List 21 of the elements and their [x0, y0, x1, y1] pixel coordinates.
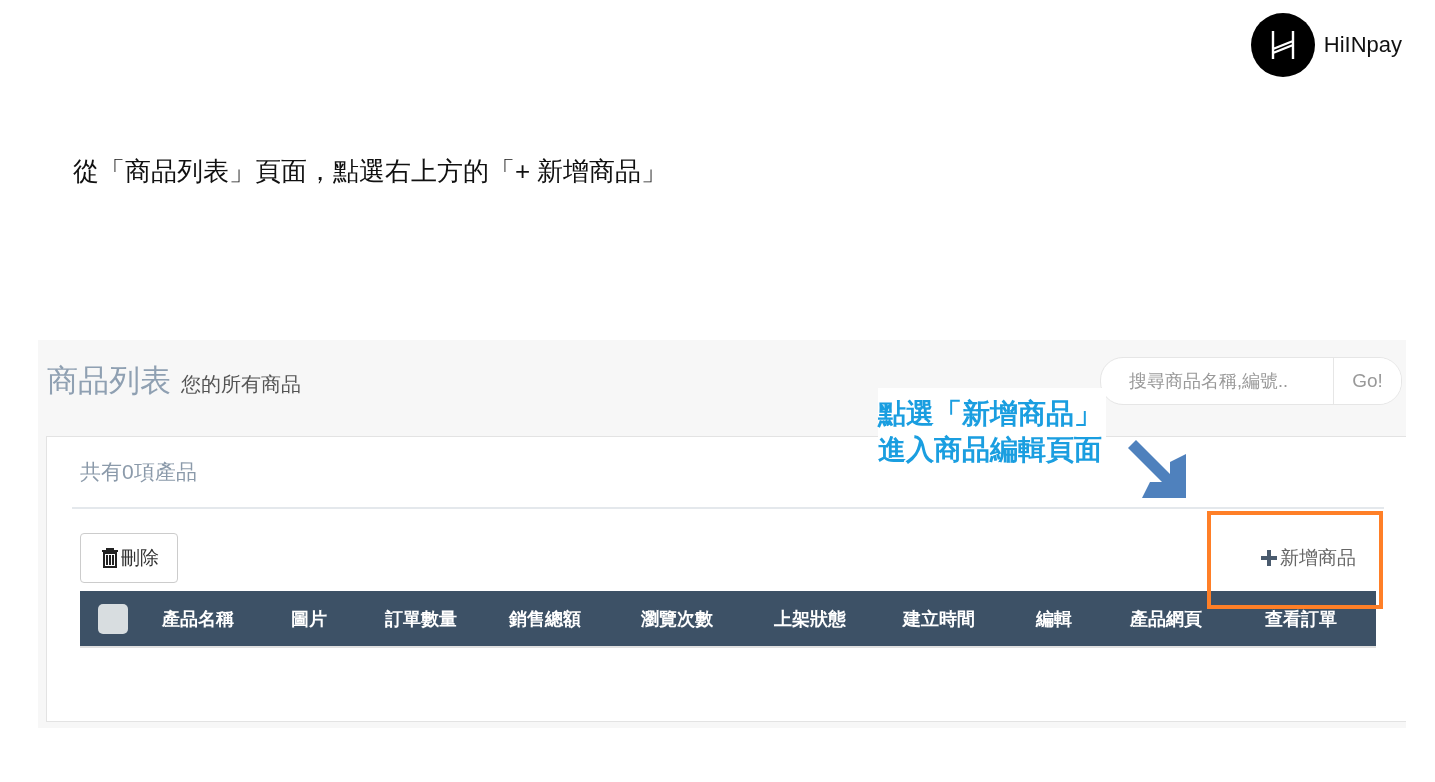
arrow-icon [1128, 440, 1186, 498]
column-header: 銷售總額 [507, 607, 582, 631]
column-header: 訂單數量 [383, 607, 458, 631]
column-header: 圖片 [290, 607, 328, 631]
page-subtitle: 您的所有商品 [181, 372, 301, 397]
column-header: 瀏覽次數 [640, 607, 714, 631]
column-header: 建立時間 [901, 607, 976, 631]
column-header: 上架狀態 [773, 607, 847, 631]
trash-icon [101, 548, 119, 568]
page-title: 商品列表 [47, 362, 171, 400]
column-header: 產品名稱 [161, 607, 235, 631]
column-header: 產品網頁 [1129, 607, 1203, 631]
column-header: 查看訂單 [1263, 607, 1338, 631]
logo-icon [1250, 13, 1315, 77]
instruction-text: 從「商品列表」頁面，點選右上方的「+ 新增商品」 [73, 155, 669, 188]
plus-icon [1260, 549, 1278, 567]
select-all-checkbox[interactable] [97, 603, 128, 634]
column-header: 編輯 [1034, 607, 1073, 631]
add-product-button[interactable]: 新增商品 [1260, 545, 1356, 571]
brand-name: HiINpay [1323, 32, 1402, 58]
delete-button[interactable]: 刪除 [80, 533, 178, 583]
